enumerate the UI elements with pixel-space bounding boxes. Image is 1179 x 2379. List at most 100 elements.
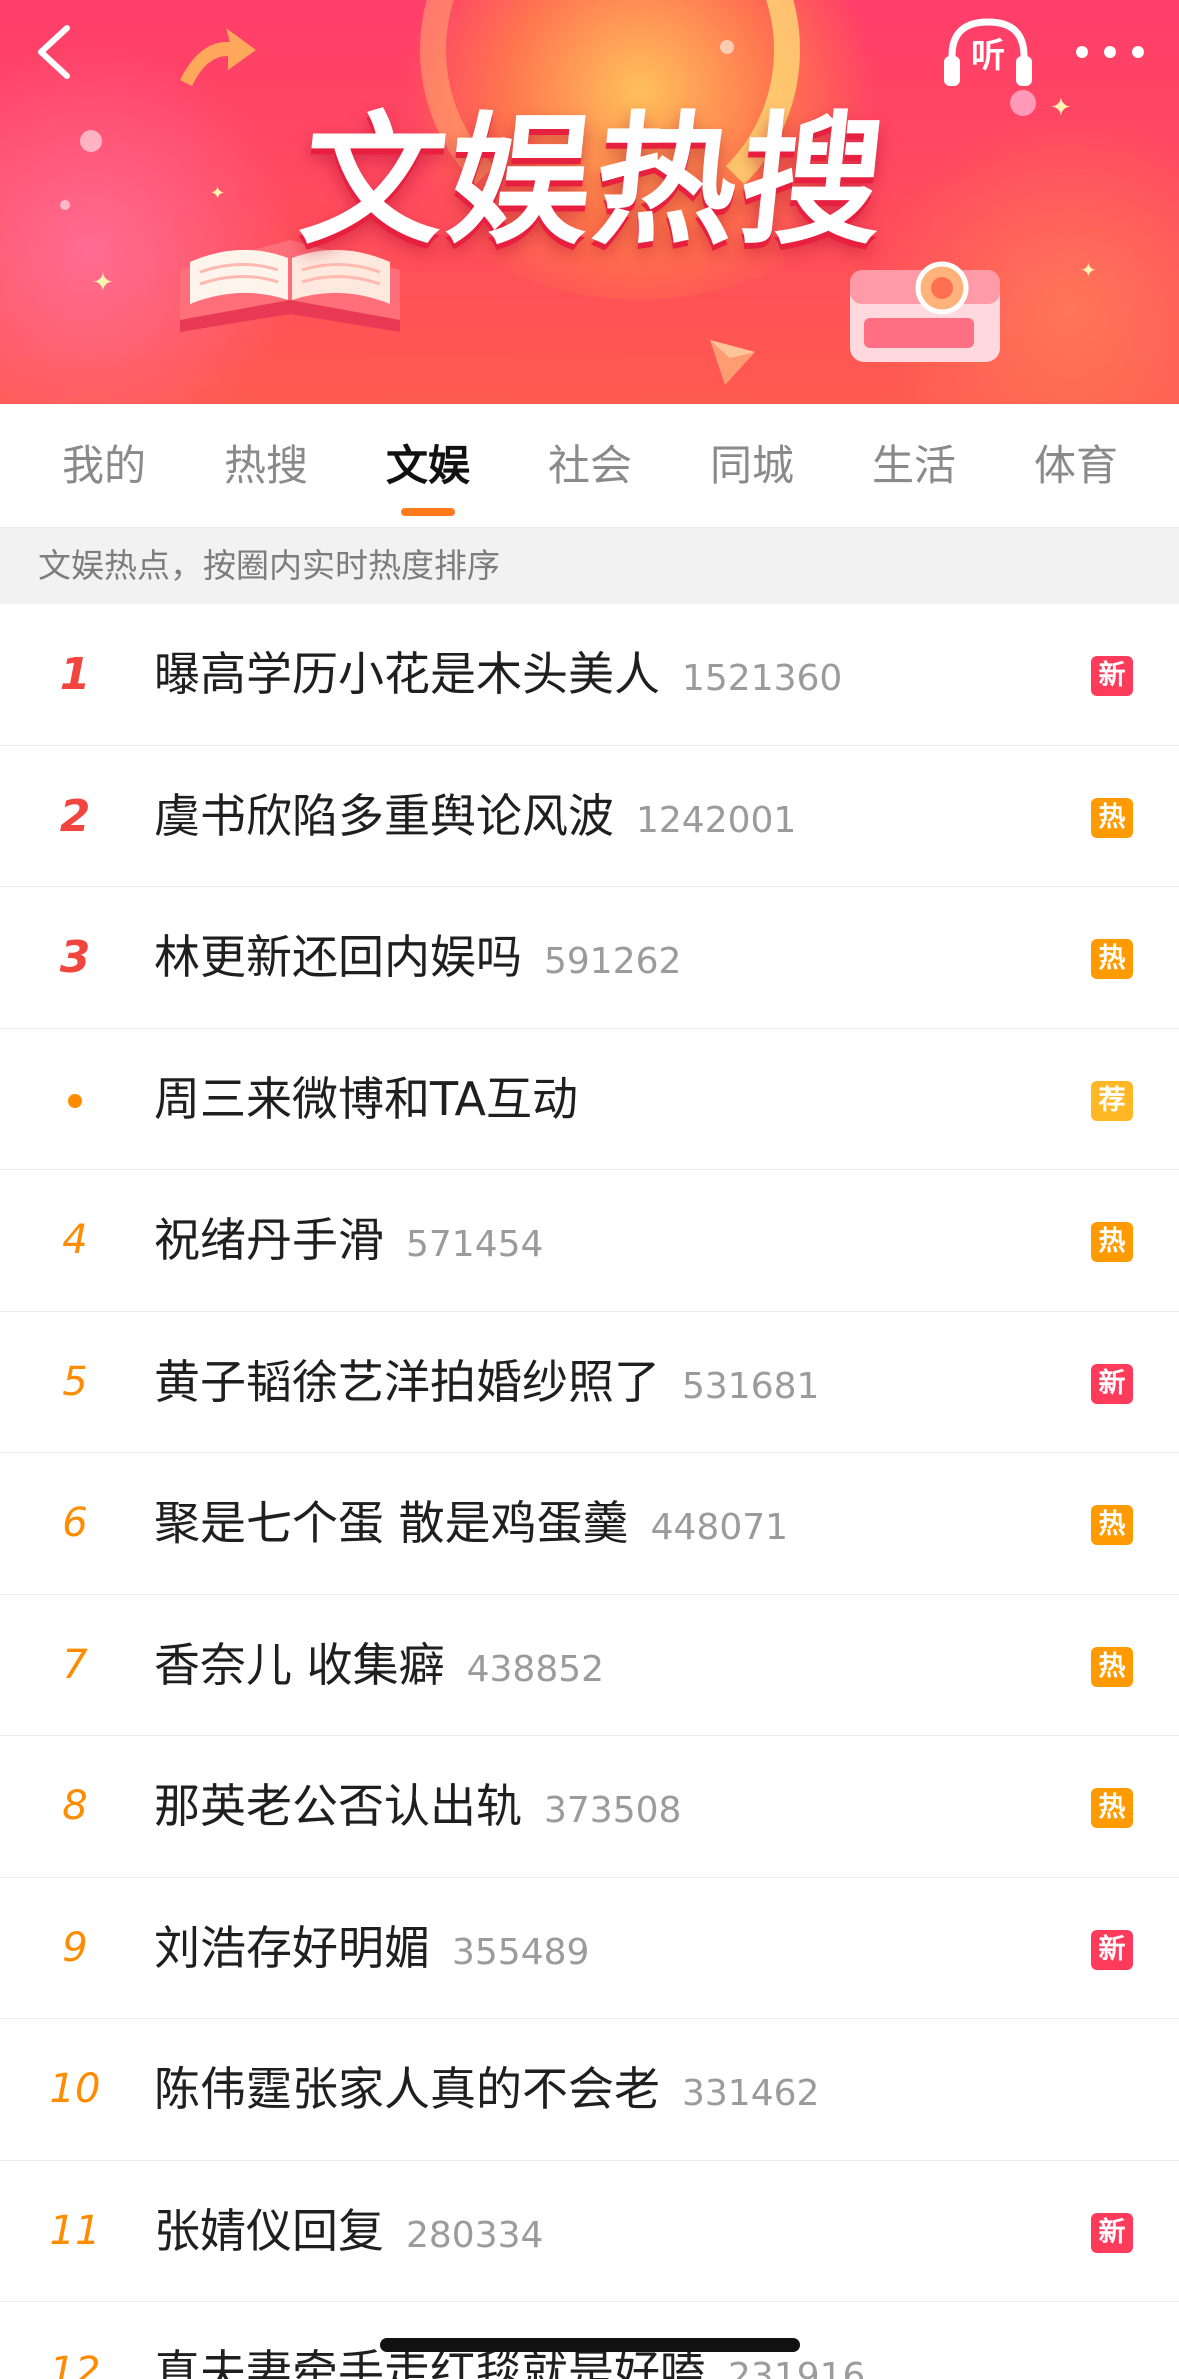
tab-mine[interactable]: 我的 — [44, 404, 164, 528]
more-dots-icon — [1076, 46, 1144, 58]
status-badge: 热 — [1091, 1788, 1133, 1828]
rank-number: 5 — [62, 1358, 88, 1405]
rank-number: 1 — [59, 649, 91, 700]
status-badge: 热 — [1091, 1222, 1133, 1262]
topic-title: 那英老公否认出轨 — [154, 1779, 522, 1833]
row-content: 张婧仪回复 280334 — [154, 2161, 1054, 2302]
hot-search-page: ✦ ✦ ✦ ✦ 文娱热搜 听 我的 热搜 文娱 社会 同城 生活 体育 文娱热点… — [0, 0, 1179, 2379]
heat-count: 591262 — [544, 941, 682, 982]
rank-number: 6 — [62, 1500, 88, 1546]
banner-dot — [60, 200, 70, 210]
topic-title: 虞书欣陷多重舆论风波 — [154, 788, 614, 843]
sparkle-icon: ✦ — [1080, 258, 1097, 282]
tab-label: 我的 — [61, 441, 146, 490]
status-badge: 热 — [1091, 939, 1133, 979]
row-content: 刘浩存好明媚 355489 — [154, 1878, 1054, 2019]
rank-number: 11 — [49, 2207, 101, 2254]
rank-number: 10 — [49, 2066, 101, 2112]
heat-count: 531681 — [682, 1365, 820, 1407]
heat-count: 1521360 — [682, 658, 843, 699]
tab-label: 同城 — [709, 441, 794, 490]
row-content: 陈伟霆张家人真的不会老 331462 — [154, 2019, 1054, 2160]
rank-number: 9 — [62, 1924, 88, 1971]
heat-count: 448071 — [650, 1507, 789, 1548]
heat-count: 355489 — [452, 1931, 590, 1973]
row-content: 曝高学历小花是木头美人 1521360 — [154, 604, 1054, 745]
hot-search-row[interactable]: 7 香奈儿 收集癖 438852 热 — [0, 1594, 1179, 1736]
banner-dot — [720, 40, 734, 54]
rank-number: 7 — [62, 1641, 88, 1688]
topic-title: 祝绪丹手滑 — [154, 1213, 384, 1267]
tab-entertainment[interactable]: 文娱 — [368, 404, 488, 528]
rank-number: 12 — [49, 2349, 101, 2379]
row-content: 林更新还回内娱吗 591262 — [154, 887, 1054, 1028]
hot-search-row[interactable]: 9 刘浩存好明媚 355489 新 — [0, 1877, 1179, 2019]
banner-title: 文娱热搜 — [294, 99, 896, 264]
sparkle-icon: ✦ — [92, 268, 114, 298]
hot-search-row[interactable]: 10 陈伟霆张家人真的不会老 331462 — [0, 2019, 1179, 2161]
topic-title: 黄子韬徐艺洋拍婚纱照了 — [154, 1354, 660, 1409]
tab-label: 体育 — [1033, 441, 1118, 490]
hot-search-row[interactable]: 2 虞书欣陷多重舆论风波 1242001 热 — [0, 745, 1179, 887]
status-badge: 新 — [1091, 2212, 1133, 2253]
status-badge: 热 — [1091, 1505, 1133, 1545]
banner-dot — [80, 130, 102, 152]
hot-search-row[interactable]: 3 林更新还回内娱吗 591262 热 — [0, 887, 1179, 1029]
sparkle-icon: ✦ — [1050, 93, 1072, 123]
home-indicator — [380, 2338, 800, 2352]
topic-title: 林更新还回内娱吗 — [154, 930, 522, 984]
rank-bullet-icon — [30, 1029, 120, 1170]
tab-local[interactable]: 同城 — [692, 404, 812, 528]
hot-search-row[interactable]: 11 张婧仪回复 280334 新 — [0, 2160, 1179, 2302]
rank-number: 3 — [59, 932, 91, 983]
topic-title: 张婧仪回复 — [154, 2203, 384, 2258]
status-badge: 新 — [1091, 1363, 1133, 1404]
rank-number: 4 — [62, 1217, 88, 1263]
tab-life[interactable]: 生活 — [854, 404, 974, 528]
back-button[interactable] — [14, 12, 94, 92]
row-content: 祝绪丹手滑 571454 — [154, 1170, 1054, 1311]
status-badge: 热 — [1091, 1646, 1133, 1687]
promoted-row[interactable]: 周三来微博和TA互动 荐 — [0, 1028, 1179, 1170]
hot-search-row[interactable]: 6 聚是七个蛋 散是鸡蛋羹 448071 热 — [0, 1453, 1179, 1595]
heat-count: 1242001 — [636, 799, 797, 841]
tab-society[interactable]: 社会 — [530, 404, 650, 528]
tab-label: 文娱 — [385, 441, 470, 490]
heat-count: 280334 — [406, 2214, 544, 2256]
status-badge: 荐 — [1091, 1080, 1133, 1121]
row-content: 聚是七个蛋 散是鸡蛋羹 448071 — [154, 1453, 1054, 1594]
row-content: 虞书欣陷多重舆论风波 1242001 — [154, 746, 1054, 887]
hot-search-row[interactable]: 4 祝绪丹手滑 571454 热 — [0, 1170, 1179, 1312]
heat-count: 231916 — [728, 2356, 866, 2379]
listen-button[interactable]: 听 — [940, 12, 1036, 98]
banner: ✦ ✦ ✦ ✦ 文娱热搜 听 — [0, 0, 1179, 404]
topic-title: 陈伟霆张家人真的不会老 — [154, 2062, 660, 2116]
hot-search-list: 1 曝高学历小花是木头美人 1521360 新 2 虞书欣陷多重舆论风波 1242001 热 3… — [0, 604, 1179, 2379]
hot-search-row[interactable]: 1 曝高学历小花是木头美人 1521360 新 — [0, 604, 1179, 746]
status-badge: 热 — [1091, 797, 1133, 838]
topic-title: 周三来微博和TA互动 — [154, 1071, 578, 1126]
heat-count: 373508 — [544, 1790, 682, 1831]
arrow-decoration-icon — [180, 28, 256, 86]
heat-count: 438852 — [466, 1648, 605, 1690]
row-content: 那英老公否认出轨 373508 — [154, 1736, 1054, 1877]
rank-number: 8 — [62, 1783, 88, 1829]
prism-decoration-icon — [710, 340, 755, 385]
status-badge: 新 — [1091, 656, 1133, 696]
list-description: 文娱热点，按圈内实时热度排序 — [0, 528, 1179, 604]
topic-title: 聚是七个蛋 散是鸡蛋羹 — [154, 1496, 629, 1550]
more-options-button[interactable] — [1062, 12, 1158, 92]
listen-label: 听 — [971, 36, 1005, 76]
chevron-left-icon — [38, 25, 70, 79]
rank-number: 2 — [59, 790, 91, 842]
heat-count: 571454 — [406, 1224, 544, 1265]
bullet-dot-icon — [68, 1093, 82, 1108]
topic-title: 曝高学历小花是木头美人 — [154, 647, 660, 701]
hot-search-row[interactable]: 8 那英老公否认出轨 373508 热 — [0, 1736, 1179, 1878]
tab-label: 生活 — [871, 441, 956, 490]
tab-hot-search[interactable]: 热搜 — [206, 404, 326, 528]
tab-sports[interactable]: 体育 — [1016, 404, 1136, 528]
tab-label: 热搜 — [223, 441, 308, 490]
hot-search-row[interactable]: 5 黄子韬徐艺洋拍婚纱照了 531681 新 — [0, 1311, 1179, 1453]
active-tab-indicator — [401, 508, 455, 516]
